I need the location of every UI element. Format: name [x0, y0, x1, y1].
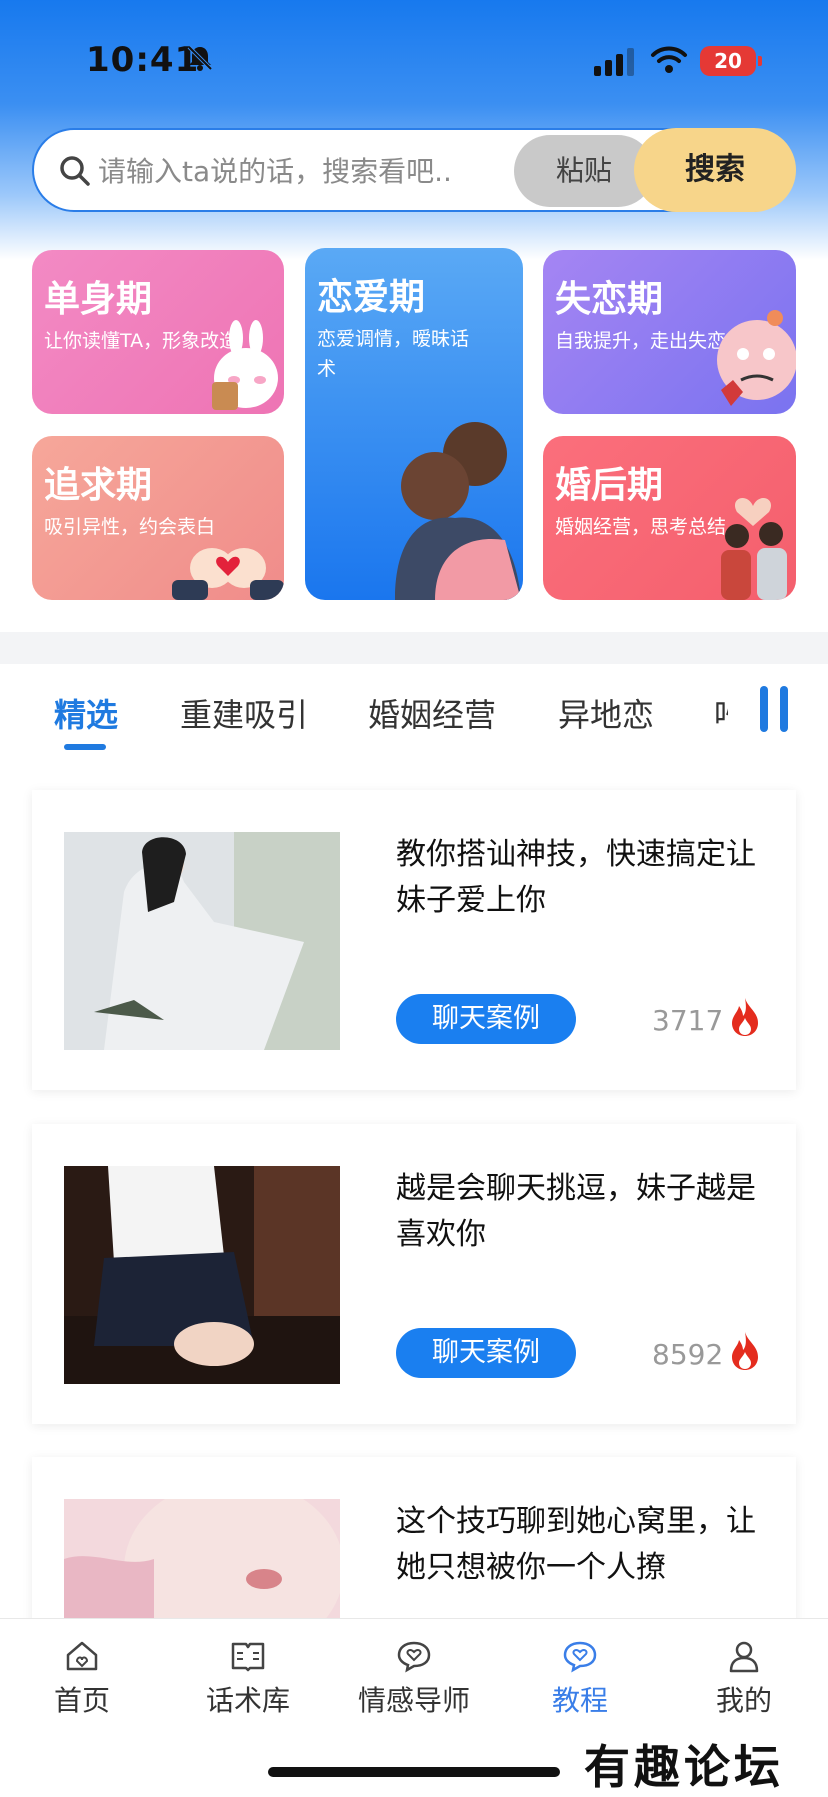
tabs-menu-icon[interactable]: [760, 686, 790, 732]
nav-profile[interactable]: 我的: [684, 1639, 804, 1719]
nav-tutorial[interactable]: 教程: [520, 1639, 640, 1719]
category-card-pursuit[interactable]: 追求期 吸引异性，约会表白: [32, 436, 284, 600]
nav-label: 我的: [715, 1684, 772, 1717]
book-icon: [231, 1642, 265, 1672]
search-button[interactable]: 搜索: [634, 128, 796, 212]
nav-script-library[interactable]: 话术库: [188, 1639, 308, 1719]
nav-label: 情感导师: [357, 1684, 470, 1717]
bottom-nav: 首页 话术库 情感导师 教程 我的 有趣论坛: [0, 1618, 828, 1796]
tab-marriage[interactable]: 婚姻经营: [368, 690, 496, 736]
tab-quarrel[interactable]: 吵: [714, 690, 728, 724]
category-title: 追求期: [44, 465, 153, 506]
paste-button[interactable]: 粘贴: [514, 135, 654, 207]
category-title: 单身期: [44, 279, 153, 320]
user-icon: [729, 1641, 759, 1673]
category-card-dating[interactable]: 恋爱期 恋爱调情，暧昧话术: [305, 248, 523, 600]
nav-home[interactable]: 首页: [22, 1639, 142, 1719]
fire-icon: [732, 998, 758, 1036]
status-time: 10:41: [86, 40, 200, 80]
bell-muted-icon: [187, 45, 213, 71]
category-card-married[interactable]: 婚后期 婚姻经营，思考总结: [543, 436, 796, 600]
tab-rebuild-attraction[interactable]: 重建吸引: [180, 690, 308, 736]
heart-hands-illustration-icon: [172, 548, 284, 600]
nav-label: 话术库: [205, 1684, 290, 1717]
view-count: 8592: [652, 1338, 724, 1371]
category-desc: 恋爱调情，暧昧话术: [317, 328, 470, 380]
chat-heart-icon: [397, 1641, 431, 1673]
home-indicator: [268, 1767, 560, 1777]
crying-face-illustration-icon: [717, 310, 796, 406]
category-title: 恋爱期: [317, 277, 426, 318]
wifi-icon: [651, 46, 687, 73]
article-title: 教你搭讪神技，快速搞定让妹子爱上你: [396, 837, 756, 918]
category-title: 婚后期: [555, 465, 664, 506]
tab-featured[interactable]: 精选: [54, 690, 118, 736]
nav-mentor[interactable]: 情感导师: [354, 1639, 474, 1719]
search-bar: 粘贴 搜索: [32, 128, 796, 212]
view-count: 3717: [652, 1004, 724, 1037]
article-thumbnail: [64, 1166, 340, 1384]
signal-icon: [594, 48, 634, 76]
status-bar: 10:41 20: [0, 0, 828, 110]
tab-active-indicator: [64, 744, 106, 750]
search-icon: [60, 156, 90, 186]
watermark: 有趣论坛: [584, 1740, 784, 1794]
bunny-illustration-icon: [212, 320, 278, 410]
tab-long-distance[interactable]: 异地恋: [558, 690, 654, 736]
couple-heart-illustration-icon: [721, 498, 787, 600]
category-card-breakup[interactable]: 失恋期 自我提升，走出失恋: [543, 250, 796, 414]
category-title: 失恋期: [555, 279, 664, 320]
article-card[interactable]: 越是会聊天挑逗，妹子越是喜欢你 聊天案例 8592: [32, 1124, 796, 1424]
chat-heart-icon: [563, 1641, 597, 1673]
section-divider: [0, 632, 828, 664]
article-thumbnail: [64, 832, 340, 1050]
fire-icon: [732, 1332, 758, 1370]
category-card-single[interactable]: 单身期 让你读懂TA，形象改造: [32, 250, 284, 414]
nav-label: 首页: [53, 1684, 110, 1717]
battery-indicator: 20: [700, 46, 762, 76]
article-title: 越是会聊天挑逗，妹子越是喜欢你: [396, 1171, 756, 1252]
couple-hug-illustration-icon: [395, 422, 521, 600]
search-input[interactable]: [96, 142, 530, 200]
chat-case-tag[interactable]: 聊天案例: [396, 994, 576, 1044]
chat-case-tag[interactable]: 聊天案例: [396, 1328, 576, 1378]
home-icon: [66, 1641, 98, 1671]
nav-label: 教程: [551, 1684, 608, 1717]
article-card[interactable]: 教你搭讪神技，快速搞定让妹子爱上你 聊天案例 3717: [32, 790, 796, 1090]
article-title: 这个技巧聊到她心窝里，让她只想被你一个人撩: [396, 1504, 756, 1585]
